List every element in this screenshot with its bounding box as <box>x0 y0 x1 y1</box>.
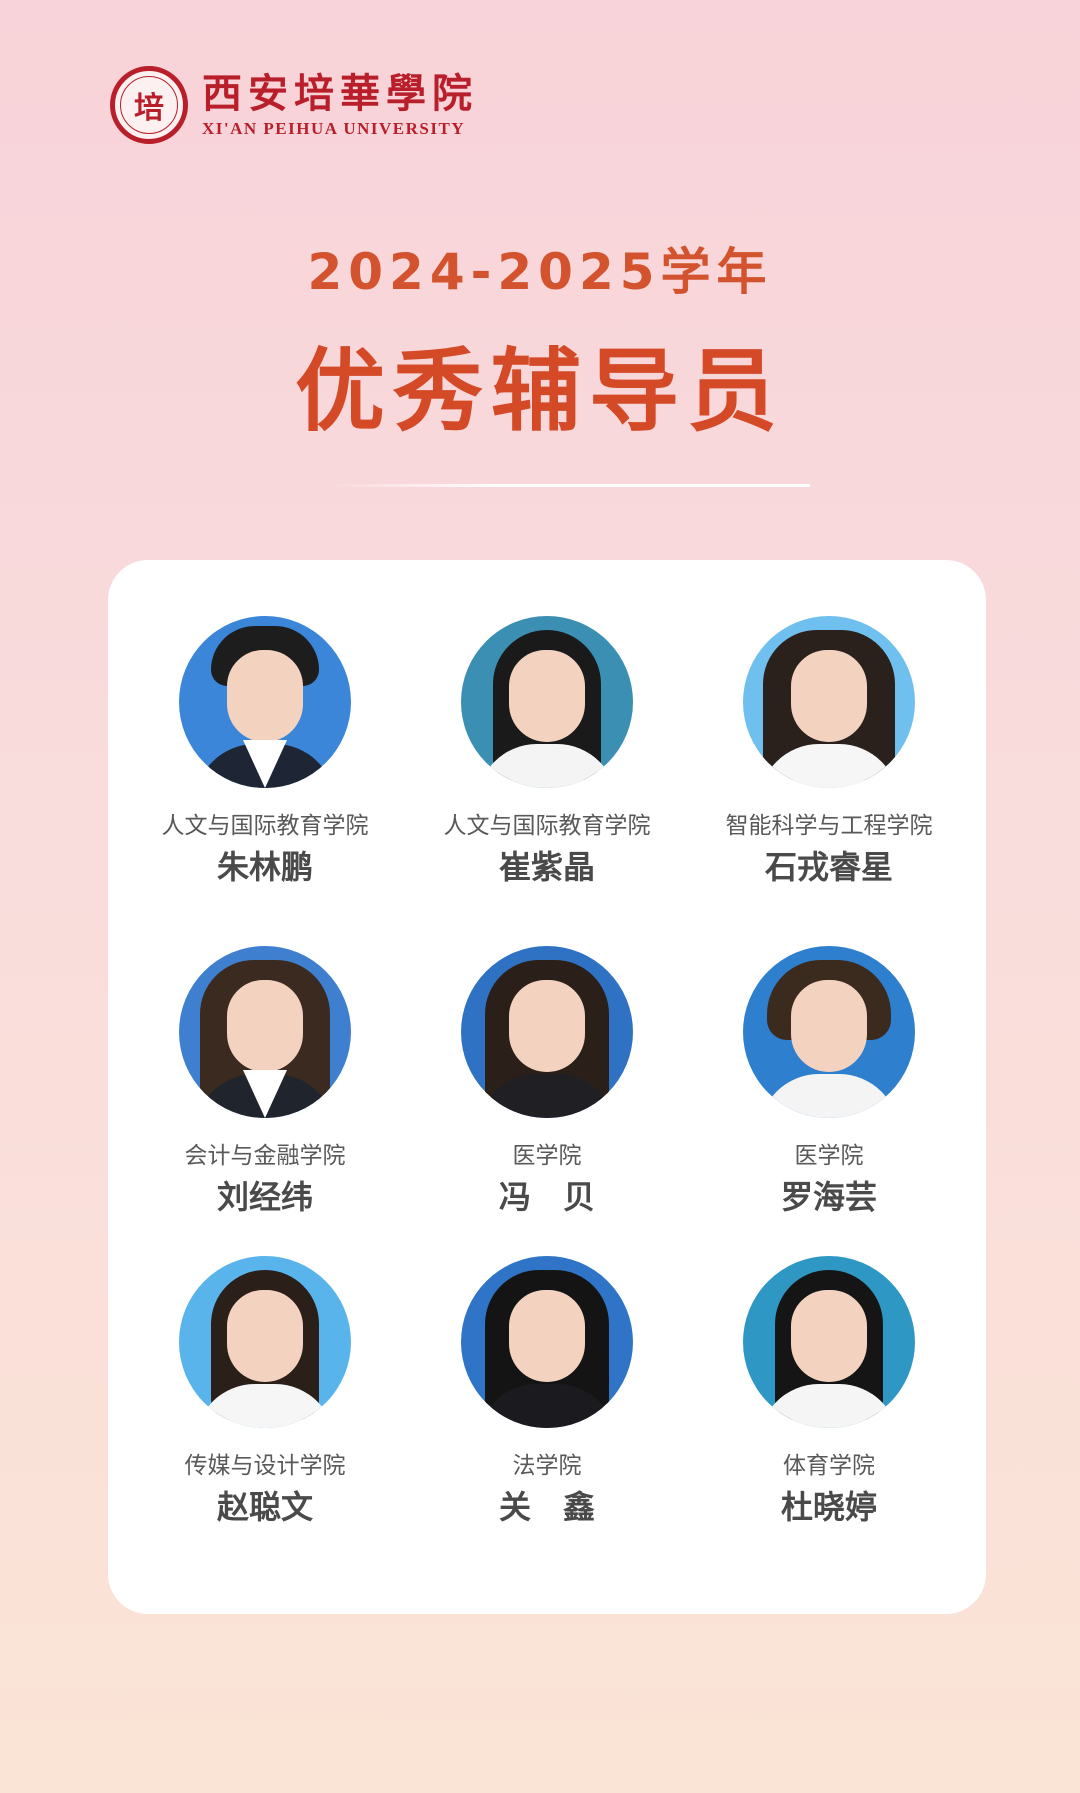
title-divider <box>330 484 810 487</box>
logo-wordmark: 西安培華學院 XI'AN PEIHUA UNIVERSITY <box>202 71 478 139</box>
honoree-item: 人文与国际教育学院 朱林鹏 <box>135 616 395 886</box>
portrait-photo <box>461 1256 633 1428</box>
honoree-name: 罗海芸 <box>780 1178 877 1216</box>
honoree-item: 传媒与设计学院 赵聪文 <box>135 1256 395 1526</box>
honoree-item: 体育学院 杜晓婷 <box>699 1256 959 1526</box>
honoree-department: 法学院 <box>512 1453 582 1479</box>
honoree-department: 传媒与设计学院 <box>184 1453 346 1479</box>
honoree-name: 冯 贝 <box>498 1178 595 1216</box>
honoree-department: 智能科学与工程学院 <box>725 813 933 839</box>
honoree-item: 智能科学与工程学院 石戎睿星 <box>699 616 959 886</box>
honoree-name: 朱林鹏 <box>216 848 313 886</box>
honoree-name: 刘经纬 <box>216 1178 313 1216</box>
honoree-name: 崔紫晶 <box>498 848 595 886</box>
honoree-name: 石戎睿星 <box>764 848 893 886</box>
portrait-photo <box>743 1256 915 1428</box>
honoree-department: 体育学院 <box>783 1453 875 1479</box>
honoree-item: 法学院 关 鑫 <box>417 1256 677 1526</box>
honoree-department: 人文与国际教育学院 <box>443 813 651 839</box>
portrait-photo <box>743 616 915 788</box>
page-title: 优秀辅导员 <box>295 339 785 444</box>
university-logo: 培 西安培華學院 XI'AN PEIHUA UNIVERSITY <box>110 66 478 144</box>
university-name-cn: 西安培華學院 <box>202 70 478 117</box>
honoree-item: 会计与金融学院 刘经纬 <box>135 946 395 1216</box>
honoree-department: 会计与金融学院 <box>184 1143 346 1169</box>
portrait-photo <box>461 616 633 788</box>
honoree-department: 医学院 <box>512 1143 582 1169</box>
portrait-photo <box>461 946 633 1118</box>
academic-year: 2024-2025学年 <box>307 243 773 301</box>
honoree-name: 关 鑫 <box>498 1488 595 1526</box>
seal-glyph: 培 <box>134 91 164 126</box>
honoree-item: 医学院 罗海芸 <box>699 946 959 1216</box>
honoree-card: 人文与国际教育学院 朱林鹏 人文与国际教育学院 崔紫晶 智能科学与工程学院 石戎… <box>108 560 986 1614</box>
university-name-en: XI'AN PEIHUA UNIVERSITY <box>202 119 466 138</box>
honoree-name: 杜晓婷 <box>780 1488 877 1526</box>
portrait-photo <box>179 946 351 1118</box>
portrait-photo <box>179 1256 351 1428</box>
honoree-item: 人文与国际教育学院 崔紫晶 <box>417 616 677 886</box>
honoree-department: 人文与国际教育学院 <box>161 813 369 839</box>
honoree-item: 医学院 冯 贝 <box>417 946 677 1216</box>
honoree-name: 赵聪文 <box>216 1488 313 1526</box>
university-seal-icon: 培 <box>110 66 188 144</box>
portrait-photo <box>743 946 915 1118</box>
portrait-photo <box>179 616 351 788</box>
honoree-department: 医学院 <box>794 1143 864 1169</box>
